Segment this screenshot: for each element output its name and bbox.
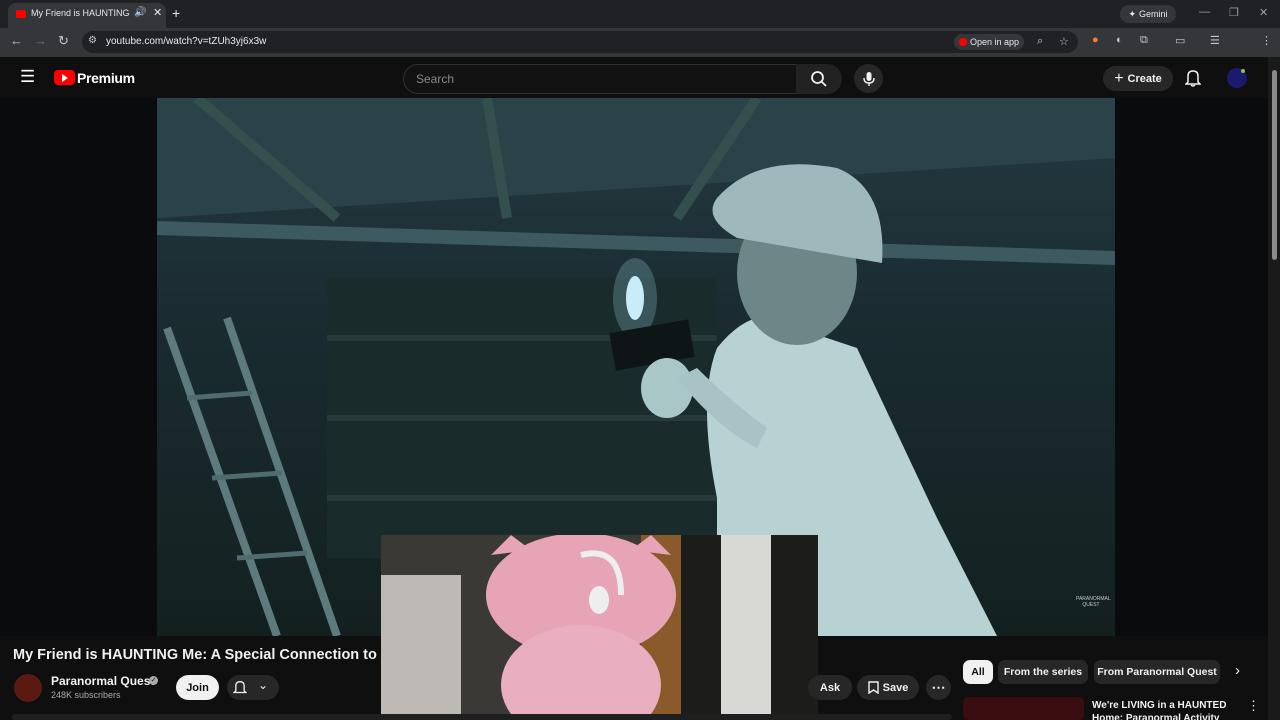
channel-name[interactable]: Paranormal Quest: [51, 674, 154, 688]
chevron-right-icon[interactable]: ›: [1235, 662, 1240, 679]
bookmark-icon: [867, 681, 879, 694]
audio-playing-icon[interactable]: 🔊: [134, 7, 146, 18]
notifications-bell-icon[interactable]: [1184, 69, 1202, 92]
tab-close-icon[interactable]: ✕: [153, 6, 162, 19]
webcam-overlay: [381, 535, 818, 715]
bell-icon: [233, 680, 247, 694]
extension-icon[interactable]: ●: [1092, 34, 1099, 46]
window-close-icon[interactable]: ✕: [1259, 6, 1268, 19]
create-button[interactable]: + Create: [1103, 66, 1173, 91]
recommended-video-title[interactable]: We're LIVING in a HAUNTED Home: Paranorm…: [1092, 699, 1232, 720]
browser-tab[interactable]: My Friend is HAUNTING Me: A Special Conn…: [8, 3, 166, 28]
subscriber-count: 248K subscribers: [51, 690, 121, 700]
save-button[interactable]: Save: [857, 675, 919, 700]
tab-title: My Friend is HAUNTING Me: A Special Conn…: [31, 8, 131, 18]
address-bar[interactable]: ⚙ youtube.com/watch?v=tZUh3yj6x3w Open i…: [82, 31, 1078, 53]
chip-from-paranormal-quest[interactable]: From Paranormal Quest: [1094, 660, 1220, 684]
ask-button[interactable]: Ask: [808, 675, 852, 700]
channel-avatar[interactable]: [14, 674, 42, 702]
reading-list-icon[interactable]: ☰: [1210, 34, 1220, 47]
site-info-icon[interactable]: ⚙: [88, 35, 97, 46]
forward-arrow-icon[interactable]: →: [34, 33, 47, 48]
scrollbar-thumb[interactable]: [1272, 70, 1277, 260]
browser-toolbar: ← → ↻ ⚙ youtube.com/watch?v=tZUh3yj6x3w …: [0, 28, 1280, 76]
video-title: My Friend is HAUNTING Me: A Special Conn…: [13, 647, 383, 663]
premium-logo-text[interactable]: Premium: [77, 70, 135, 86]
reload-icon[interactable]: ↻: [58, 33, 69, 49]
ask-label: Ask: [819, 681, 841, 694]
save-label: Save: [882, 681, 909, 694]
hamburger-menu-icon[interactable]: ☰: [20, 67, 35, 87]
bookmark-star-icon[interactable]: ☆: [1059, 35, 1069, 48]
extension-icon[interactable]: ◐: [1116, 34, 1123, 46]
create-label: Create: [1127, 72, 1162, 85]
voice-search-button[interactable]: [854, 64, 883, 93]
subscription-notifications-button[interactable]: ⌄: [227, 675, 279, 700]
minimize-icon[interactable]: —: [1199, 6, 1210, 18]
cast-icon[interactable]: ▭: [1175, 34, 1185, 47]
search-placeholder: Search: [416, 72, 455, 86]
join-button[interactable]: Join: [176, 675, 219, 700]
webcam-scene: [381, 535, 818, 715]
recommended-video-thumbnail[interactable]: [963, 697, 1084, 720]
youtube-masthead: ☰ Premium Search + Create: [0, 57, 1280, 98]
youtube-favicon-icon: [16, 10, 26, 18]
more-horizontal-icon: ⋯: [931, 679, 946, 695]
browser-menu-icon[interactable]: ⋮: [1261, 34, 1272, 47]
sparkle-icon: ✦: [1128, 8, 1137, 19]
online-dot-icon: [1241, 69, 1245, 73]
channel-watermark-overlay: PARANORMAL QUEST: [1076, 596, 1111, 608]
open-in-app-button[interactable]: Open in app: [954, 34, 1024, 50]
description-box[interactable]: [12, 714, 952, 720]
youtube-app-icon: [958, 38, 967, 46]
zoom-icon[interactable]: ⌕: [1037, 35, 1043, 48]
more-vertical-icon[interactable]: ⋮: [1247, 698, 1260, 714]
search-input[interactable]: Search: [403, 64, 798, 94]
chip-all[interactable]: All: [963, 660, 993, 684]
restore-icon[interactable]: ❐: [1229, 6, 1239, 19]
back-arrow-icon[interactable]: ←: [10, 33, 23, 48]
plus-icon: +: [1114, 69, 1124, 87]
url-text[interactable]: youtube.com/watch?v=tZUh3yj6x3w: [106, 36, 266, 47]
search-icon: [811, 71, 827, 87]
chevron-down-icon: ⌄: [258, 678, 269, 692]
browser-tab-strip: My Friend is HAUNTING Me: A Special Conn…: [0, 0, 1280, 28]
microphone-icon: [862, 71, 875, 86]
gemini-button[interactable]: ✦ Gemini: [1120, 5, 1176, 23]
extensions-puzzle-icon[interactable]: ⧉: [1140, 34, 1148, 47]
play-triangle-icon: [62, 74, 68, 82]
search-button[interactable]: [796, 64, 842, 94]
chip-from-the-series[interactable]: From the series: [998, 660, 1088, 684]
verified-badge-icon: ✓: [149, 676, 158, 685]
gemini-label: Gemini: [1139, 9, 1168, 19]
open-in-app-label: Open in app: [969, 37, 1020, 47]
more-actions-button[interactable]: ⋯: [926, 675, 951, 700]
new-tab-button[interactable]: +: [172, 5, 180, 21]
